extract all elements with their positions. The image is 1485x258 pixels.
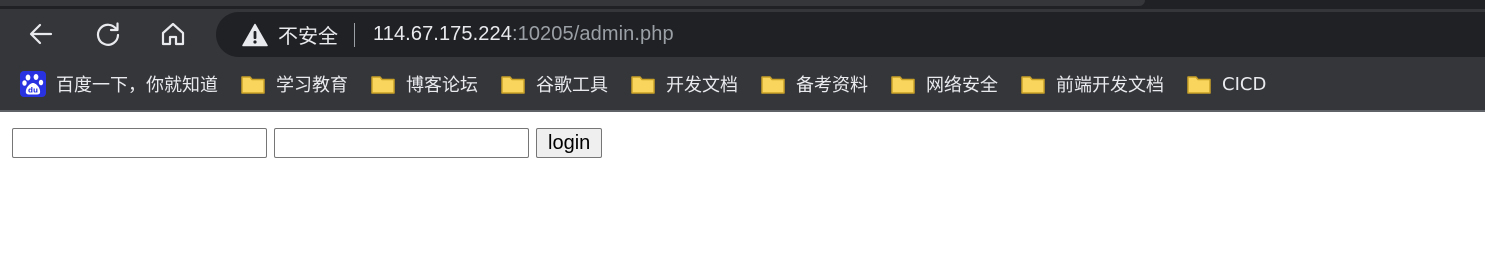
- folder-icon: [1021, 76, 1045, 94]
- folder-icon: [761, 76, 785, 94]
- page-content: login: [0, 112, 1485, 258]
- url-text[interactable]: 114.67.175.224:10205/admin.php: [373, 23, 674, 46]
- tab-strip: [0, 0, 1485, 9]
- login-form: login: [12, 128, 603, 158]
- bookmark-label: 前端开发文档: [1056, 75, 1164, 96]
- bookmark-label: 博客论坛: [406, 75, 478, 96]
- back-arrow-icon: [29, 23, 53, 45]
- bookmarks-bar: du 百度一下，你就知道 学习教育 博客论坛 谷歌工具 开发文档 备考资料 网络…: [0, 64, 1485, 104]
- folder-icon: [1187, 76, 1211, 94]
- bookmark-label: 网络安全: [926, 75, 998, 96]
- address-bar[interactable]: 不安全 114.67.175.224:10205/admin.php: [216, 12, 1485, 57]
- back-button[interactable]: [21, 14, 61, 54]
- folder-icon: [241, 76, 265, 94]
- url-port-path: :10205/admin.php: [511, 23, 674, 45]
- bookmark-folder-blogs[interactable]: 博客论坛: [364, 68, 484, 100]
- bookmark-folder-google-tools[interactable]: 谷歌工具: [494, 68, 614, 100]
- navigation-toolbar: 不安全 114.67.175.224:10205/admin.php: [0, 10, 1485, 58]
- url-host: 114.67.175.224: [373, 23, 512, 45]
- folder-icon: [891, 76, 915, 94]
- bookmark-label: CICD: [1222, 73, 1267, 95]
- bookmark-folder-frontend[interactable]: 前端开发文档: [1014, 68, 1170, 100]
- home-button[interactable]: [153, 14, 193, 54]
- bookmark-label: 谷歌工具: [536, 75, 608, 96]
- reload-button[interactable]: [88, 14, 128, 54]
- browser-chrome: 不安全 114.67.175.224:10205/admin.php du 百度…: [0, 0, 1485, 112]
- password-input[interactable]: [274, 128, 529, 158]
- bookmark-baidu[interactable]: du 百度一下，你就知道: [14, 68, 224, 100]
- bookmark-label: 备考资料: [796, 75, 868, 96]
- active-tab[interactable]: [0, 0, 1145, 6]
- reload-icon: [96, 22, 120, 46]
- warning-triangle-icon: [242, 23, 268, 46]
- omnibox-divider: [354, 22, 355, 47]
- bookmark-folder-exam[interactable]: 备考资料: [754, 68, 874, 100]
- folder-icon: [501, 76, 525, 94]
- username-input[interactable]: [12, 128, 267, 158]
- bookmark-label: 学习教育: [276, 75, 348, 96]
- bookmark-folder-dev-docs[interactable]: 开发文档: [624, 68, 744, 100]
- home-icon: [161, 22, 185, 46]
- svg-text:du: du: [28, 87, 38, 95]
- not-secure-label: 不安全: [278, 24, 338, 48]
- folder-icon: [371, 76, 395, 94]
- security-indicator[interactable]: 不安全: [242, 12, 338, 57]
- bookmark-label: 百度一下，你就知道: [56, 75, 218, 96]
- baidu-paw-icon: du: [20, 71, 46, 97]
- login-button[interactable]: login: [536, 128, 603, 158]
- bookmark-label: 开发文档: [666, 75, 738, 96]
- bookmark-folder-cicd[interactable]: CICD: [1180, 68, 1272, 100]
- bookmark-folder-study[interactable]: 学习教育: [234, 68, 354, 100]
- bookmark-folder-security[interactable]: 网络安全: [884, 68, 1004, 100]
- folder-icon: [631, 76, 655, 94]
